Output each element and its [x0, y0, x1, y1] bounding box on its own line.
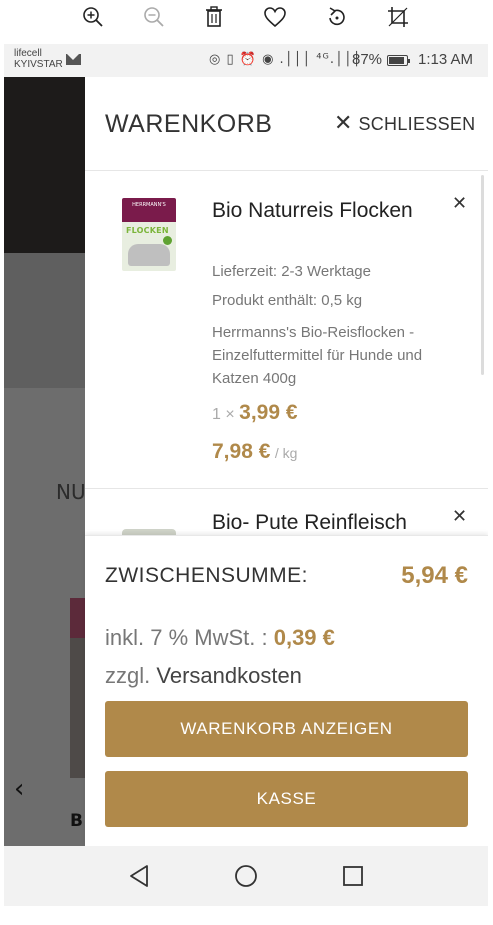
back-icon[interactable]: [124, 861, 154, 891]
zoom-in-icon[interactable]: [80, 4, 106, 30]
background-product-title: B: [70, 811, 83, 831]
view-cart-button[interactable]: WARENKORB ANZEIGEN: [105, 701, 468, 757]
shipping-prefix: zzgl.: [105, 663, 151, 688]
trash-icon[interactable]: [201, 4, 227, 30]
zoom-out-icon[interactable]: [141, 4, 167, 30]
battery-icon: [387, 55, 410, 66]
checkout-button[interactable]: KASSE: [105, 771, 468, 827]
mail-notification-icon: [66, 54, 81, 65]
product-content: Produkt enthält: 0,5 kg: [212, 292, 363, 309]
viewer-toolbar: [0, 0, 493, 44]
product-name[interactable]: Bio Naturreis Flocken: [212, 195, 442, 226]
cart-item: HERRMANN'S FLOCKEN Bio Naturreis Flocken…: [85, 171, 488, 489]
crop-icon[interactable]: [385, 4, 411, 30]
tax-value: 0,39 €: [273, 625, 335, 650]
close-icon: ✕: [334, 111, 353, 136]
close-cart-button[interactable]: ✕ SCHLIESSEN: [334, 112, 475, 136]
product-name[interactable]: Bio- Pute Reinfleisch: [212, 511, 407, 535]
heart-icon[interactable]: [262, 4, 288, 30]
close-label: SCHLIESSEN: [358, 113, 476, 134]
remove-item-button[interactable]: ✕: [452, 506, 467, 527]
shipping-line: zzgl. Versandkosten: [105, 663, 302, 689]
thumbnail-word: FLOCKEN: [126, 226, 169, 235]
cart-item: Bio- Pute Reinfleisch ✕: [85, 489, 488, 535]
thumbnail-brand: HERRMANN'S: [122, 198, 176, 222]
quantity: 1 ×: [212, 406, 235, 423]
item-price: 3,99 €: [239, 401, 298, 424]
subtotal-label: ZWISCHENSUMME:: [105, 564, 308, 587]
background-hero-image: [4, 77, 94, 253]
carrier-line-1: lifecell: [14, 48, 42, 59]
unit-suffix: / kg: [274, 445, 298, 461]
product-thumbnail[interactable]: HERRMANN'S FLOCKEN: [122, 198, 176, 271]
product-description: Herrmanns's Bio-Reisflocken - Einzelfutt…: [212, 324, 423, 387]
status-bar: lifecell KYIVSTAR ◎ ▯ ⏰ ◉ .│││ ⁴ᴳ.│││ 87…: [4, 44, 488, 77]
rotate-icon[interactable]: [324, 4, 350, 30]
subtotal-value: 5,94 €: [401, 562, 468, 589]
delivery-time: Lieferzeit: 2-3 Werktage: [212, 263, 371, 280]
carrier-label: lifecell KYIVSTAR: [14, 48, 63, 70]
navigation-bar: [4, 846, 488, 906]
clock: 1:13 AM: [418, 51, 474, 68]
home-icon[interactable]: [231, 861, 261, 891]
unit-price: 7,98 €: [212, 440, 271, 463]
background-band: [4, 253, 94, 388]
thumbnail-animals: [128, 244, 170, 266]
cart-title: WARENKORB: [105, 110, 273, 138]
status-icons: ◎ ▯ ⏰ ◉ .│││ ⁴ᴳ.│││: [209, 52, 362, 67]
battery-percent: 87%: [352, 51, 383, 68]
organic-seal: [163, 236, 172, 245]
quantity-price-line: 1 × 3,99 €: [212, 401, 298, 425]
recents-icon[interactable]: [338, 861, 368, 891]
remove-item-button[interactable]: ✕: [452, 193, 467, 214]
cart-drawer: WARENKORB ✕ SCHLIESSEN HERRMANN'S FLOCKE…: [85, 77, 488, 847]
tax-line: inkl. 7 % MwSt. : 0,39 €: [105, 625, 335, 651]
cart-header: WARENKORB ✕ SCHLIESSEN: [85, 77, 488, 171]
carousel-prev-arrow[interactable]: ‹: [14, 774, 24, 804]
cart-summary: ZWISCHENSUMME: 5,94 € inkl. 7 % MwSt. : …: [85, 535, 488, 847]
background-heading: NU: [56, 480, 86, 504]
carrier-line-2: KYIVSTAR: [14, 59, 63, 70]
tax-label: inkl. 7 % MwSt. :: [105, 625, 268, 650]
shipping-costs-link[interactable]: Versandkosten: [156, 663, 302, 688]
unit-price-line: 7,98 € / kg: [212, 440, 297, 464]
phone-screen: lifecell KYIVSTAR ◎ ▯ ⏰ ◉ .│││ ⁴ᴳ.│││ 87…: [4, 44, 488, 906]
